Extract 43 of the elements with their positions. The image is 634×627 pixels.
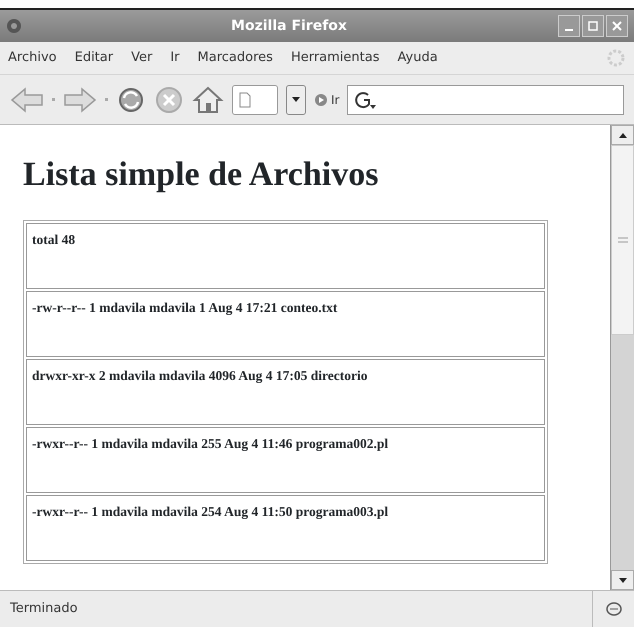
security-icon (604, 601, 622, 617)
grip-icon (618, 237, 628, 243)
vertical-scrollbar[interactable] (610, 125, 634, 590)
minimize-icon (565, 29, 573, 31)
close-button[interactable] (606, 15, 628, 37)
table-cell: -rwxr--r-- 1 mdavila mdavila 255 Aug 4 11:46 programa002.pl (26, 426, 545, 493)
caret-icon (292, 97, 300, 102)
go-icon (314, 92, 328, 106)
menu-item[interactable]: Ir (170, 48, 180, 68)
down-arrow-icon (618, 578, 626, 582)
forward-icon[interactable] (63, 86, 97, 114)
go-button[interactable]: Ir (314, 90, 340, 108)
table-cell: -rwxr--r-- 1 mdavila mdavila 254 Aug 4 11:50 programa003.pl (26, 494, 545, 561)
menu-item[interactable]: Herramientas (290, 48, 380, 68)
menu-item[interactable]: Ayuda (398, 48, 438, 68)
page-heading: Lista simple de Archivos (23, 155, 380, 195)
menu-item[interactable]: Editar (74, 48, 114, 68)
up-arrow-icon (618, 132, 626, 138)
status-text: Terminado (9, 600, 79, 618)
search-field[interactable] (347, 84, 624, 114)
throbber-icon (606, 48, 626, 68)
minimize-button[interactable] (558, 15, 580, 37)
menu-item[interactable]: Archivo (8, 48, 57, 68)
dropdown-button[interactable] (286, 84, 306, 114)
window-title: Mozilla Firefox (230, 16, 348, 36)
scroll-up-button[interactable] (611, 125, 634, 145)
maximize-button[interactable] (582, 15, 604, 37)
maximize-icon (588, 21, 598, 31)
menu-item[interactable]: Ver (131, 48, 152, 68)
search-engine-icon (354, 90, 376, 110)
table-cell: drwxr-xr-x 2 mdavila mdavila 4096 Aug 4 17:05 directorio (26, 358, 545, 425)
table-cell: -rw-r--r-- 1 mdavila mdavila 1 Aug 4 17:21 conteo.txt (26, 290, 545, 357)
back-icon[interactable] (10, 86, 44, 114)
table-cell: total 48 (26, 222, 545, 289)
scrollbar-thumb[interactable] (611, 145, 634, 335)
scroll-down-button[interactable] (611, 570, 634, 590)
address-field[interactable] (232, 84, 278, 114)
home-icon[interactable] (192, 84, 224, 114)
menu-item[interactable]: Marcadores (198, 48, 273, 68)
page-icon (239, 92, 251, 108)
app-icon (6, 18, 22, 34)
stop-icon[interactable] (154, 84, 184, 114)
close-icon (612, 21, 622, 31)
